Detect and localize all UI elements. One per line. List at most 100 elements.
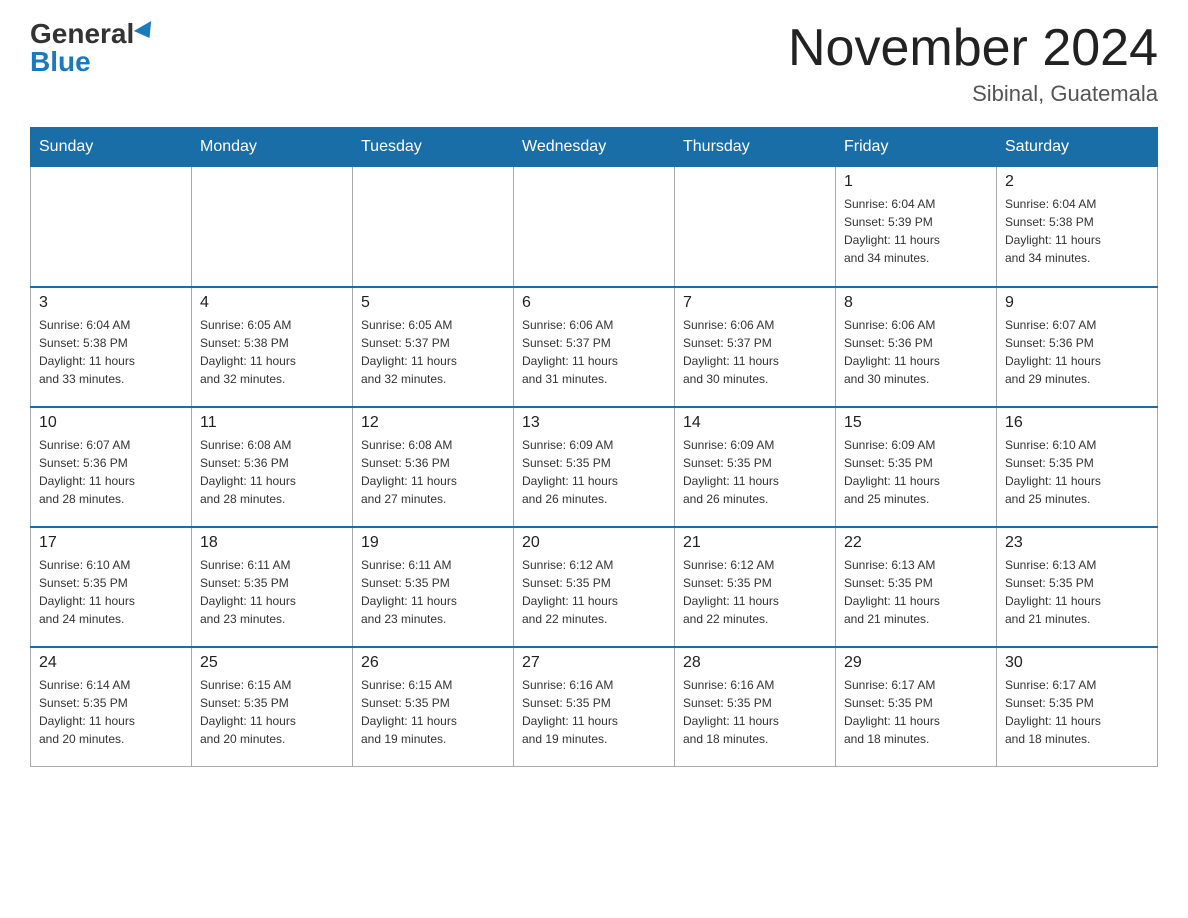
day-number: 22 bbox=[844, 534, 988, 552]
day-number: 29 bbox=[844, 654, 988, 672]
page-header: General Blue November 2024 Sibinal, Guat… bbox=[30, 20, 1158, 107]
calendar-cell: 9Sunrise: 6:07 AM Sunset: 5:36 PM Daylig… bbox=[997, 287, 1158, 407]
logo: General Blue bbox=[30, 20, 156, 76]
calendar-header-sunday: Sunday bbox=[31, 128, 192, 167]
calendar-cell: 29 Sunrise: 6:17 AM Sunset: 5:35 PM Dayli… bbox=[836, 647, 997, 767]
calendar-cell bbox=[192, 167, 353, 287]
day-info: Sunrise: 6:08 AM Sunset: 5:36 PM Dayligh… bbox=[361, 436, 505, 508]
calendar-cell: 8Sunrise: 6:06 AM Sunset: 5:36 PM Daylig… bbox=[836, 287, 997, 407]
title-area: November 2024 Sibinal, Guatemala bbox=[788, 20, 1158, 107]
day-number: 2 bbox=[1005, 173, 1149, 191]
day-info: Sunrise: 6:17 AM Sunset: 5:35 PM Dayligh… bbox=[844, 676, 988, 748]
day-info: Sunrise: 6:16 AM Sunset: 5:35 PM Dayligh… bbox=[683, 676, 827, 748]
calendar-header-friday: Friday bbox=[836, 128, 997, 167]
calendar-cell: 26Sunrise: 6:15 AM Sunset: 5:35 PM Dayli… bbox=[353, 647, 514, 767]
day-info: Sunrise: 6:10 AM Sunset: 5:35 PM Dayligh… bbox=[1005, 436, 1149, 508]
day-number: 15 bbox=[844, 414, 988, 432]
logo-general-text: General bbox=[30, 20, 134, 48]
day-number: 21 bbox=[683, 534, 827, 552]
calendar-cell: 3 Sunrise: 6:04 AM Sunset: 5:38 PM Daylig… bbox=[31, 287, 192, 407]
day-number: 1 bbox=[844, 173, 988, 191]
day-info: Sunrise: 6:05 AM Sunset: 5:37 PM Dayligh… bbox=[361, 316, 505, 388]
calendar-cell: 2Sunrise: 6:04 AM Sunset: 5:38 PM Daylig… bbox=[997, 167, 1158, 287]
day-info: Sunrise: 6:07 AM Sunset: 5:36 PM Dayligh… bbox=[39, 436, 183, 508]
day-number: 24 bbox=[39, 654, 183, 672]
day-number: 27 bbox=[522, 654, 666, 672]
location-title: Sibinal, Guatemala bbox=[788, 81, 1158, 107]
day-info: Sunrise: 6:05 AM Sunset: 5:38 PM Dayligh… bbox=[200, 316, 344, 388]
day-info: Sunrise: 6:12 AM Sunset: 5:35 PM Dayligh… bbox=[683, 556, 827, 628]
day-number: 16 bbox=[1005, 414, 1149, 432]
day-info: Sunrise: 6:09 AM Sunset: 5:35 PM Dayligh… bbox=[683, 436, 827, 508]
calendar-cell: 20Sunrise: 6:12 AM Sunset: 5:35 PM Dayli… bbox=[514, 527, 675, 647]
day-info: Sunrise: 6:04 AM Sunset: 5:38 PM Dayligh… bbox=[39, 316, 183, 388]
calendar-cell bbox=[353, 167, 514, 287]
day-info: Sunrise: 6:12 AM Sunset: 5:35 PM Dayligh… bbox=[522, 556, 666, 628]
calendar-cell: 28 Sunrise: 6:16 AM Sunset: 5:35 PM Dayli… bbox=[675, 647, 836, 767]
calendar-cell bbox=[31, 167, 192, 287]
calendar-cell: 22 Sunrise: 6:13 AM Sunset: 5:35 PM Dayli… bbox=[836, 527, 997, 647]
day-info: Sunrise: 6:17 AM Sunset: 5:35 PM Dayligh… bbox=[1005, 676, 1149, 748]
calendar-header-row: SundayMondayTuesdayWednesdayThursdayFrid… bbox=[31, 128, 1158, 167]
calendar-week-row: 24 Sunrise: 6:14 AM Sunset: 5:35 PM Dayli… bbox=[31, 647, 1158, 767]
day-number: 13 bbox=[522, 414, 666, 432]
day-number: 19 bbox=[361, 534, 505, 552]
calendar-header-saturday: Saturday bbox=[997, 128, 1158, 167]
calendar-cell: 13 Sunrise: 6:09 AM Sunset: 5:35 PM Dayli… bbox=[514, 407, 675, 527]
day-number: 6 bbox=[522, 294, 666, 312]
day-info: Sunrise: 6:10 AM Sunset: 5:35 PM Dayligh… bbox=[39, 556, 183, 628]
calendar-cell: 19 Sunrise: 6:11 AM Sunset: 5:35 PM Dayli… bbox=[353, 527, 514, 647]
calendar-cell bbox=[675, 167, 836, 287]
day-number: 28 bbox=[683, 654, 827, 672]
day-info: Sunrise: 6:08 AM Sunset: 5:36 PM Dayligh… bbox=[200, 436, 344, 508]
day-number: 10 bbox=[39, 414, 183, 432]
calendar-cell: 16 Sunrise: 6:10 AM Sunset: 5:35 PM Dayli… bbox=[997, 407, 1158, 527]
calendar-header-tuesday: Tuesday bbox=[353, 128, 514, 167]
month-title: November 2024 bbox=[788, 20, 1158, 77]
day-number: 4 bbox=[200, 294, 344, 312]
calendar-cell: 5 Sunrise: 6:05 AM Sunset: 5:37 PM Daylig… bbox=[353, 287, 514, 407]
calendar-cell: 17 Sunrise: 6:10 AM Sunset: 5:35 PM Dayli… bbox=[31, 527, 192, 647]
day-number: 5 bbox=[361, 294, 505, 312]
calendar-cell: 11 Sunrise: 6:08 AM Sunset: 5:36 PM Dayli… bbox=[192, 407, 353, 527]
day-number: 3 bbox=[39, 294, 183, 312]
calendar-cell: 18Sunrise: 6:11 AM Sunset: 5:35 PM Dayli… bbox=[192, 527, 353, 647]
day-number: 7 bbox=[683, 294, 827, 312]
calendar-cell: 4 Sunrise: 6:05 AM Sunset: 5:38 PM Daylig… bbox=[192, 287, 353, 407]
calendar-week-row: 10 Sunrise: 6:07 AM Sunset: 5:36 PM Dayli… bbox=[31, 407, 1158, 527]
day-number: 12 bbox=[361, 414, 505, 432]
calendar-week-row: 17 Sunrise: 6:10 AM Sunset: 5:35 PM Dayli… bbox=[31, 527, 1158, 647]
calendar-cell: 21 Sunrise: 6:12 AM Sunset: 5:35 PM Dayli… bbox=[675, 527, 836, 647]
day-number: 17 bbox=[39, 534, 183, 552]
calendar-cell: 14 Sunrise: 6:09 AM Sunset: 5:35 PM Dayli… bbox=[675, 407, 836, 527]
day-number: 14 bbox=[683, 414, 827, 432]
day-number: 18 bbox=[200, 534, 344, 552]
day-info: Sunrise: 6:13 AM Sunset: 5:35 PM Dayligh… bbox=[844, 556, 988, 628]
day-number: 23 bbox=[1005, 534, 1149, 552]
day-number: 26 bbox=[361, 654, 505, 672]
calendar-header-thursday: Thursday bbox=[675, 128, 836, 167]
day-number: 11 bbox=[200, 414, 344, 432]
calendar-cell: 12 Sunrise: 6:08 AM Sunset: 5:36 PM Dayli… bbox=[353, 407, 514, 527]
day-info: Sunrise: 6:09 AM Sunset: 5:35 PM Dayligh… bbox=[844, 436, 988, 508]
day-info: Sunrise: 6:06 AM Sunset: 5:37 PM Dayligh… bbox=[522, 316, 666, 388]
calendar-cell: 7 Sunrise: 6:06 AM Sunset: 5:37 PM Daylig… bbox=[675, 287, 836, 407]
day-number: 25 bbox=[200, 654, 344, 672]
calendar-cell: 6 Sunrise: 6:06 AM Sunset: 5:37 PM Daylig… bbox=[514, 287, 675, 407]
day-info: Sunrise: 6:09 AM Sunset: 5:35 PM Dayligh… bbox=[522, 436, 666, 508]
day-info: Sunrise: 6:16 AM Sunset: 5:35 PM Dayligh… bbox=[522, 676, 666, 748]
day-info: Sunrise: 6:15 AM Sunset: 5:35 PM Dayligh… bbox=[200, 676, 344, 748]
calendar-cell: 30 Sunrise: 6:17 AM Sunset: 5:35 PM Dayli… bbox=[997, 647, 1158, 767]
day-info: Sunrise: 6:06 AM Sunset: 5:37 PM Dayligh… bbox=[683, 316, 827, 388]
day-info: Sunrise: 6:06 AM Sunset: 5:36 PM Dayligh… bbox=[844, 316, 988, 388]
calendar-cell: 15 Sunrise: 6:09 AM Sunset: 5:35 PM Dayli… bbox=[836, 407, 997, 527]
calendar-header-wednesday: Wednesday bbox=[514, 128, 675, 167]
day-number: 30 bbox=[1005, 654, 1149, 672]
day-info: Sunrise: 6:04 AM Sunset: 5:39 PM Dayligh… bbox=[844, 195, 988, 267]
day-info: Sunrise: 6:14 AM Sunset: 5:35 PM Dayligh… bbox=[39, 676, 183, 748]
calendar-cell: 24 Sunrise: 6:14 AM Sunset: 5:35 PM Dayli… bbox=[31, 647, 192, 767]
day-info: Sunrise: 6:11 AM Sunset: 5:35 PM Dayligh… bbox=[361, 556, 505, 628]
calendar-cell: 25 Sunrise: 6:15 AM Sunset: 5:35 PM Dayli… bbox=[192, 647, 353, 767]
day-number: 9 bbox=[1005, 294, 1149, 312]
calendar-cell bbox=[514, 167, 675, 287]
